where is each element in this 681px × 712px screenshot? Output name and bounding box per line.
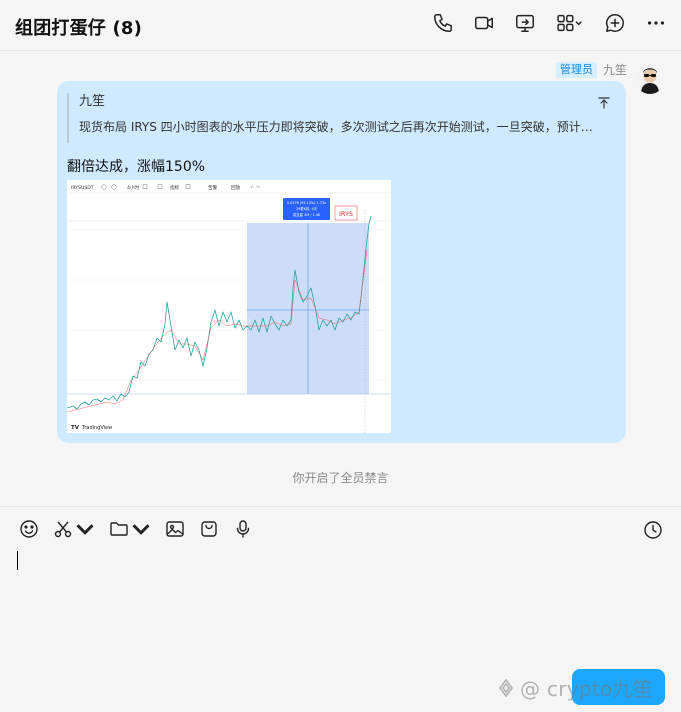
- pin-icon[interactable]: [597, 95, 611, 109]
- svg-text:𝗧𝗩: 𝗧𝗩: [71, 425, 80, 431]
- composer-toolbar: [19, 519, 253, 539]
- sender-name[interactable]: 九笙: [603, 61, 627, 78]
- chart-screenshot-svg: IRYSUSDT 4小时 指标 告警 回放 ↶ ↷ 0.0576 (95.13%…: [67, 180, 391, 433]
- chat-header: 组团打蛋仔 (8): [0, 0, 681, 51]
- watermark-logo-icon: [499, 678, 513, 697]
- video-call-icon[interactable]: [473, 12, 495, 34]
- chart-interval: 4小时: [127, 184, 140, 191]
- admin-badge: 管理员: [555, 61, 597, 78]
- avatar[interactable]: [635, 64, 665, 94]
- chat-window: 组团打蛋仔 (8) 管理员 九笙 九笙 现货布局 IRYS 四小时图表的水平压力…: [0, 0, 681, 712]
- quoted-message[interactable]: 九笙 现货布局 IRYS 四小时图表的水平压力即将突破，多次测试之后再次开始测试…: [67, 93, 619, 143]
- chart-tag: IRYS: [339, 210, 353, 218]
- chart-toolbar-indicators: 指标: [170, 184, 180, 191]
- image-icon[interactable]: [165, 519, 185, 539]
- add-chat-icon[interactable]: [604, 12, 626, 34]
- system-message: 你开启了全员禁言: [292, 471, 389, 485]
- apps-grid-icon[interactable]: [555, 12, 585, 34]
- chevron-down-icon: [132, 524, 150, 535]
- phone-icon[interactable]: [432, 12, 454, 34]
- message-text: 翻倍达成，涨幅150%: [67, 159, 206, 175]
- composer: @ crypto九笙: [0, 506, 681, 712]
- chart-brand: TradingView: [81, 425, 112, 431]
- message-input[interactable]: [16, 551, 660, 665]
- svg-text:↶ ↷: ↶ ↷: [250, 185, 261, 191]
- clock-history-icon[interactable]: [643, 520, 663, 540]
- chat-title: 组团打蛋仔 (8): [15, 18, 143, 39]
- chevron-down-icon: [76, 524, 94, 535]
- chart-symbol: IRYSUSDT: [71, 185, 94, 191]
- microphone-icon[interactable]: [233, 519, 253, 539]
- watermark-text: @ crypto九笙: [520, 677, 654, 701]
- screenshot-scissors-icon[interactable]: [53, 519, 95, 539]
- message-list[interactable]: 管理员 九笙 九笙 现货布局 IRYS 四小时图表的水平压力即将突破，多次测试之…: [0, 51, 681, 506]
- chart-annotation-bars: 29根K线, 4天: [296, 206, 318, 211]
- message-sender: 管理员 九笙: [555, 61, 627, 78]
- quote-text: 现货布局 IRYS 四小时图表的水平压力即将突破，多次测试之后再次开始测试，一旦…: [79, 120, 599, 134]
- sticker-box-icon[interactable]: [199, 519, 219, 539]
- quote-author: 九笙: [79, 94, 106, 109]
- chart-screenshot-image[interactable]: IRYSUSDT 4小时 指标 告警 回放 ↶ ↷ 0.0576 (95.13%…: [67, 180, 391, 433]
- chart-annotation-volume: 成交量 3M / 1.4K: [293, 212, 321, 217]
- screen-share-icon[interactable]: [514, 12, 536, 34]
- chart-annotation-change: 0.0576 (95.13%) 1.73x: [287, 201, 326, 205]
- chart-toolbar-alerts: 告警: [208, 184, 218, 191]
- more-icon[interactable]: [645, 12, 667, 34]
- folder-icon[interactable]: [109, 519, 151, 539]
- watermark: @ crypto九笙: [496, 673, 653, 702]
- message-bubble[interactable]: 九笙 现货布局 IRYS 四小时图表的水平压力即将突破，多次测试之后再次开始测试…: [57, 81, 626, 443]
- chart-toolbar-replay: 回放: [231, 184, 241, 191]
- header-actions: [432, 12, 667, 34]
- emoji-icon[interactable]: [19, 519, 39, 539]
